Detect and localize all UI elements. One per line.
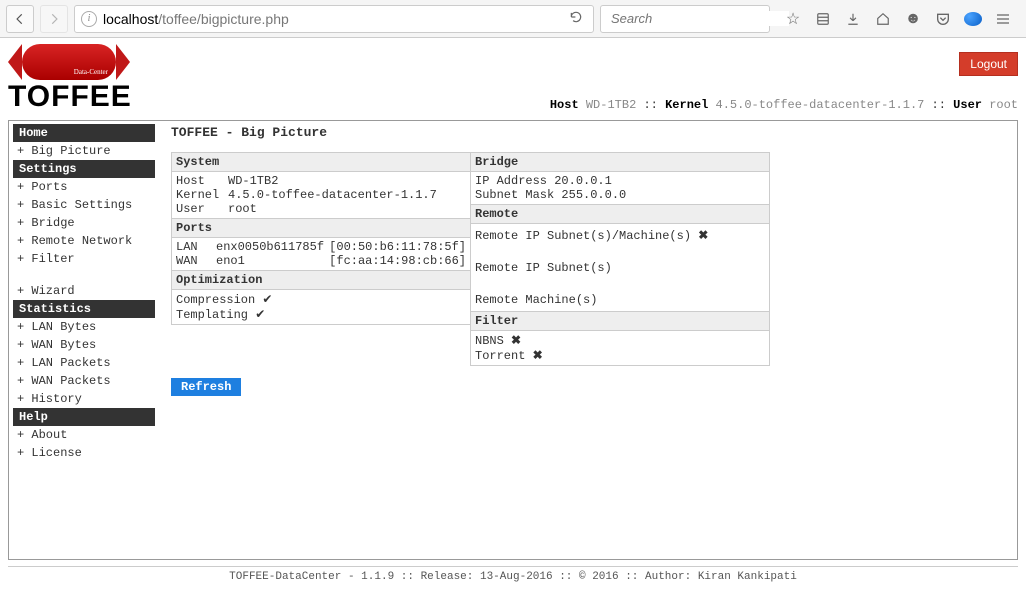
- ports-wan-k: WAN: [176, 254, 216, 268]
- bridge-mask: Subnet Mask 255.0.0.0: [475, 188, 765, 202]
- nav-about[interactable]: About: [13, 426, 155, 444]
- ports-lan-mac: [00:50:b6:11:78:5f]: [329, 240, 466, 254]
- panel-optimization: Optimization Compression ✔ Templating ✔: [171, 270, 471, 325]
- panel-filter-head: Filter: [471, 312, 769, 331]
- remote-l1: Remote IP Subnet(s)/Machine(s) ✖: [475, 226, 765, 245]
- nav-wan-bytes[interactable]: WAN Bytes: [13, 336, 155, 354]
- ports-wan-mac: [fc:aa:14:98:cb:66]: [329, 254, 466, 268]
- nav-section-home: Home: [13, 124, 155, 142]
- remote-l2: Remote IP Subnet(s): [475, 259, 765, 277]
- ports-lan-if: enx0050b611785f: [216, 240, 329, 254]
- back-button[interactable]: [6, 5, 34, 33]
- optim-compression: Compression ✔: [176, 292, 466, 307]
- nav-ports[interactable]: Ports: [13, 178, 155, 196]
- optim-templating: Templating ✔: [176, 307, 466, 322]
- check-icon: ✔: [262, 292, 272, 306]
- panel-bridge-head: Bridge: [471, 153, 769, 172]
- info-icon[interactable]: i: [81, 11, 97, 27]
- system-host-k: Host: [176, 174, 228, 188]
- footer: TOFFEE-DataCenter - 1.1.9 :: Release: 13…: [8, 566, 1018, 587]
- sidebar-icon[interactable]: [814, 12, 832, 26]
- arrow-right-icon: [47, 12, 61, 26]
- forward-button[interactable]: [40, 5, 68, 33]
- menu-icon[interactable]: [994, 11, 1012, 27]
- system-user-v: root: [228, 202, 466, 216]
- candy-right-icon: [116, 44, 130, 80]
- cross-icon: ✖: [533, 348, 543, 362]
- nav-wizard[interactable]: Wizard: [13, 282, 155, 300]
- browser-toolbar: i localhost/toffee/bigpicture.php ☆ ☻: [0, 0, 1026, 38]
- panel-remote: Remote Remote IP Subnet(s)/Machine(s) ✖ …: [470, 204, 770, 312]
- sidebar: Home Big Picture Settings Ports Basic Se…: [9, 121, 159, 559]
- panel-optim-head: Optimization: [172, 271, 470, 290]
- reload-button[interactable]: [565, 10, 587, 27]
- logo-text: TOFFEE: [8, 82, 132, 112]
- blue-globe-icon[interactable]: [964, 12, 982, 26]
- downloads-icon[interactable]: [844, 12, 862, 26]
- candy-body-icon: [22, 44, 116, 80]
- nav-lan-bytes[interactable]: LAN Bytes: [13, 318, 155, 336]
- nav-section-statistics: Statistics: [13, 300, 155, 318]
- system-host-v: WD-1TB2: [228, 174, 466, 188]
- pocket-icon[interactable]: [934, 11, 952, 27]
- nav-history[interactable]: History: [13, 390, 155, 408]
- panel-ports-head: Ports: [172, 219, 470, 238]
- page-title: TOFFEE - Big Picture: [171, 125, 1005, 140]
- search-input[interactable]: [611, 11, 789, 26]
- logo: TOFFEE: [8, 44, 132, 112]
- refresh-button[interactable]: Refresh: [171, 378, 241, 396]
- smiley-icon[interactable]: ☻: [904, 10, 922, 28]
- logout-button[interactable]: Logout: [959, 52, 1018, 76]
- system-kernel-k: Kernel: [176, 188, 228, 202]
- ports-wan-if: eno1: [216, 254, 329, 268]
- ports-lan-k: LAN: [176, 240, 216, 254]
- panel-filter: Filter NBNS ✖ Torrent ✖: [470, 311, 770, 366]
- system-user-k: User: [176, 202, 228, 216]
- cross-icon: ✖: [698, 228, 708, 242]
- reload-icon: [569, 10, 583, 24]
- url-text: localhost/toffee/bigpicture.php: [103, 11, 289, 27]
- nav-basic-settings[interactable]: Basic Settings: [13, 196, 155, 214]
- nav-lan-packets[interactable]: LAN Packets: [13, 354, 155, 372]
- cross-icon: ✖: [511, 333, 521, 347]
- toolbar-icons: ☆ ☻: [776, 9, 1020, 29]
- nav-filter[interactable]: Filter: [13, 250, 155, 268]
- nav-wan-packets[interactable]: WAN Packets: [13, 372, 155, 390]
- search-box[interactable]: [600, 5, 770, 33]
- bridge-ip: IP Address 20.0.0.1: [475, 174, 765, 188]
- home-icon[interactable]: [874, 12, 892, 26]
- system-kernel-v: 4.5.0-toffee-datacenter-1.1.7: [228, 188, 466, 202]
- arrow-left-icon: [13, 12, 27, 26]
- panel-system: System HostWD-1TB2 Kernel4.5.0-toffee-da…: [171, 152, 471, 219]
- remote-l3: Remote Machine(s): [475, 291, 765, 309]
- check-icon: ✔: [255, 307, 265, 321]
- nav-bridge[interactable]: Bridge: [13, 214, 155, 232]
- nav-section-settings: Settings: [13, 160, 155, 178]
- candy-left-icon: [8, 44, 22, 80]
- nav-remote-network[interactable]: Remote Network: [13, 232, 155, 250]
- filter-torrent: Torrent ✖: [475, 348, 765, 363]
- panel-system-head: System: [172, 153, 470, 172]
- panel-ports: Ports LANenx0050b611785f[00:50:b6:11:78:…: [171, 218, 471, 271]
- nav-big-picture[interactable]: Big Picture: [13, 142, 155, 160]
- nav-section-help: Help: [13, 408, 155, 426]
- status-line: Host WD-1TB2 :: Kernel 4.5.0-toffee-data…: [550, 98, 1018, 112]
- address-bar[interactable]: i localhost/toffee/bigpicture.php: [74, 5, 594, 33]
- filter-nbns: NBNS ✖: [475, 333, 765, 348]
- nav-license[interactable]: License: [13, 444, 155, 462]
- main-content: TOFFEE - Big Picture System HostWD-1TB2 …: [159, 121, 1017, 559]
- bookmark-star-icon[interactable]: ☆: [784, 9, 802, 29]
- panel-remote-head: Remote: [471, 205, 769, 224]
- panel-bridge: Bridge IP Address 20.0.0.1 Subnet Mask 2…: [470, 152, 770, 205]
